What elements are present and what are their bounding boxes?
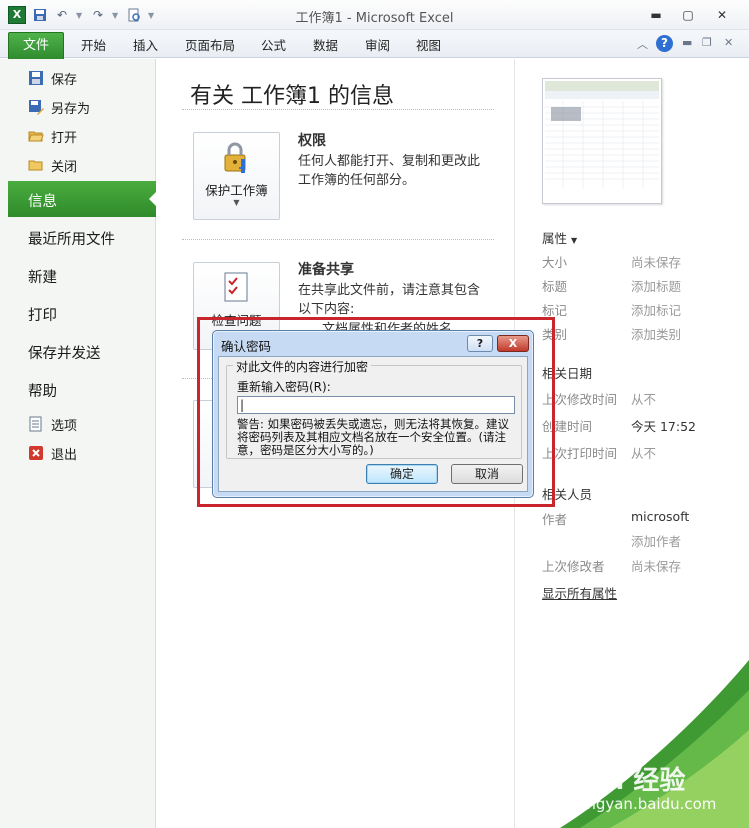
prop-value-tags[interactable]: 添加标记 xyxy=(631,300,681,319)
close-folder-icon xyxy=(28,157,44,173)
close-icon[interactable]: ✕ xyxy=(712,8,732,22)
last-modified-by-value: 尚未保存 xyxy=(631,559,682,574)
author-key: 作者 xyxy=(542,512,568,527)
exit-icon xyxy=(28,445,44,461)
nav-print[interactable]: 打印 xyxy=(28,304,57,325)
title-bar: X ↶ ▼ ↷ ▼ ▼ 工作簿1 - Microsoft Excel ▬ ▢ ✕ xyxy=(0,0,749,30)
last-modified-by-key: 上次修改者 xyxy=(542,559,605,574)
prepare-share-title: 准备共享 xyxy=(298,262,354,278)
minimize-ribbon-icon[interactable]: ︿ xyxy=(637,36,648,52)
nav-options-label: 选项 xyxy=(51,418,78,434)
nav-save[interactable]: 保存 xyxy=(28,67,77,89)
add-author-link[interactable]: 添加作者 xyxy=(631,531,681,550)
date-value-printed: 从不 xyxy=(631,446,657,461)
nav-close[interactable]: 关闭 xyxy=(28,154,77,176)
backstage-nav xyxy=(0,59,156,828)
show-all-properties-link[interactable]: 显示所有属性 xyxy=(542,583,617,602)
nav-help[interactable]: 帮助 xyxy=(28,380,57,401)
options-icon xyxy=(28,416,44,432)
doc-restore-icon[interactable]: ❐ xyxy=(702,36,712,49)
open-folder-icon xyxy=(28,128,44,144)
divider xyxy=(182,239,494,240)
author-value: microsoft xyxy=(631,509,690,524)
share-desc-1: 在共享此文件前，请注意其包含 xyxy=(298,283,481,298)
tab-review[interactable]: 审阅 xyxy=(365,35,390,54)
nav-recent[interactable]: 最近所用文件 xyxy=(28,228,115,249)
tab-formulas[interactable]: 公式 xyxy=(261,35,286,54)
protect-workbook-button[interactable]: 保护工作簿 ▼ xyxy=(193,132,280,220)
nav-exit-label: 退出 xyxy=(51,447,78,463)
page-title: 有关 工作簿1 的信息 xyxy=(190,84,394,109)
date-value-modified: 从不 xyxy=(631,392,657,407)
dropdown-arrow-icon: ▼ xyxy=(233,198,240,207)
prop-value-size: 尚未保存 xyxy=(631,255,682,270)
nav-save-as[interactable]: 另存为 xyxy=(28,96,90,118)
prop-value-title[interactable]: 添加标题 xyxy=(631,276,681,295)
nav-save-send[interactable]: 保存并发送 xyxy=(28,342,101,363)
tab-page-layout[interactable]: 页面布局 xyxy=(185,35,235,54)
nav-save-as-label: 另存为 xyxy=(51,101,91,117)
chevron-down-icon: ▼ xyxy=(571,236,578,245)
nav-close-label: 关闭 xyxy=(51,159,78,175)
annotation-highlight-box xyxy=(197,317,555,507)
nav-options[interactable]: 选项 xyxy=(28,413,77,435)
divider xyxy=(182,109,494,110)
nav-open[interactable]: 打开 xyxy=(28,125,77,147)
tab-file[interactable]: 文件 xyxy=(8,32,64,59)
properties-header[interactable]: 属性 ▼ xyxy=(542,228,577,247)
save-as-icon xyxy=(28,99,44,115)
window-title: 工作簿1 - Microsoft Excel xyxy=(295,11,454,26)
prop-key-title: 标题 xyxy=(542,279,568,294)
nav-save-label: 保存 xyxy=(51,72,78,88)
tab-insert[interactable]: 插入 xyxy=(133,35,158,54)
doc-minimize-icon[interactable]: ▬ xyxy=(682,36,692,49)
workbook-thumbnail xyxy=(542,78,662,204)
doc-close-icon[interactable]: ✕ xyxy=(724,36,733,49)
nav-open-label: 打开 xyxy=(51,130,78,146)
permissions-desc-2: 工作簿的任何部分。 xyxy=(298,173,416,188)
prop-key-size: 大小 xyxy=(542,255,568,270)
permissions-desc-1: 任何人都能打开、复制和更改此 xyxy=(298,154,481,169)
checklist-icon xyxy=(220,271,254,308)
date-value-created: 今天 17:52 xyxy=(631,419,696,434)
baidu-watermark-url: jingyan.baidu.com xyxy=(578,795,717,813)
minimize-icon[interactable]: ▬ xyxy=(646,8,666,22)
tab-home[interactable]: 开始 xyxy=(81,35,106,54)
prop-value-category[interactable]: 添加类别 xyxy=(631,324,681,343)
nav-new[interactable]: 新建 xyxy=(28,266,57,287)
help-icon[interactable]: ? xyxy=(656,35,673,52)
lock-key-icon xyxy=(219,141,255,180)
tab-view[interactable]: 视图 xyxy=(416,35,441,54)
permissions-title: 权限 xyxy=(298,133,326,149)
maximize-icon[interactable]: ▢ xyxy=(678,8,698,22)
baidu-watermark-logo: Bai 经验 xyxy=(578,766,686,796)
nav-info[interactable]: 信息 xyxy=(28,190,57,211)
tab-data[interactable]: 数据 xyxy=(313,35,338,54)
save-icon xyxy=(28,70,44,86)
nav-exit[interactable]: 退出 xyxy=(28,442,77,464)
protect-workbook-label: 保护工作簿 xyxy=(205,183,268,198)
